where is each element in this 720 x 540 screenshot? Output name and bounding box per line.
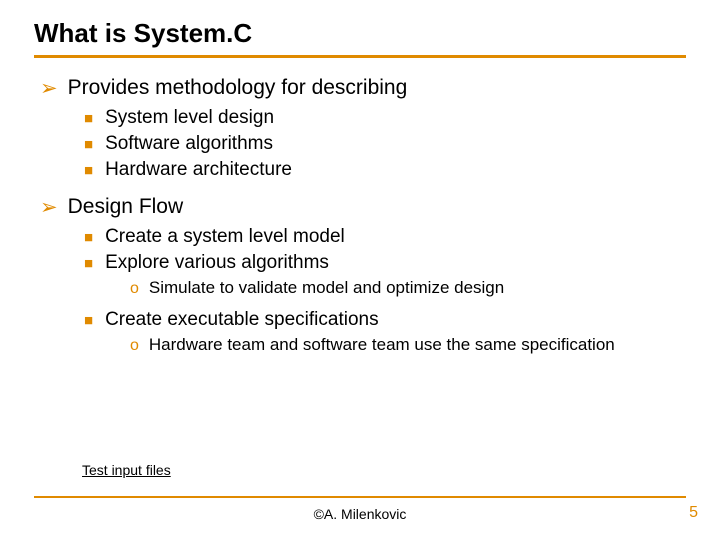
bullet-lvl3: o Hardware team and software team use th… — [130, 335, 686, 357]
chevron-right-icon: ➢ — [40, 195, 58, 220]
slide-title: What is System.C — [34, 18, 686, 49]
bullet-text: Hardware architecture — [105, 159, 292, 181]
page-number: 5 — [689, 504, 698, 522]
bullet-text: Software algorithms — [105, 133, 273, 155]
square-bullet-icon: ■ — [84, 309, 93, 333]
title-divider — [34, 55, 686, 58]
bullet-text: Create executable specifications — [105, 309, 379, 331]
bullet-text: Provides methodology for describing — [68, 76, 408, 100]
bullet-lvl2: ■ Software algorithms — [84, 133, 686, 157]
footer-divider — [34, 496, 686, 498]
footer-author: ©A. Milenkovic — [0, 506, 720, 522]
bullet-lvl2: ■ Hardware architecture — [84, 159, 686, 183]
circle-bullet-icon: o — [130, 278, 139, 300]
footer-link[interactable]: Test input files — [82, 462, 171, 478]
circle-bullet-icon: o — [130, 335, 139, 357]
bullet-lvl2: ■ Explore various algorithms — [84, 252, 686, 276]
bullet-lvl1: ➢ Design Flow — [40, 195, 686, 220]
bullet-text: Simulate to validate model and optimize … — [149, 278, 504, 298]
slide: What is System.C ➢ Provides methodology … — [0, 0, 720, 540]
bullet-lvl3: o Simulate to validate model and optimiz… — [130, 278, 686, 300]
square-bullet-icon: ■ — [84, 252, 93, 276]
bullet-lvl2: ■ Create executable specifications — [84, 309, 686, 333]
square-bullet-icon: ■ — [84, 107, 93, 131]
square-bullet-icon: ■ — [84, 159, 93, 183]
square-bullet-icon: ■ — [84, 133, 93, 157]
bullet-text: System level design — [105, 107, 274, 129]
chevron-right-icon: ➢ — [40, 76, 58, 101]
square-bullet-icon: ■ — [84, 226, 93, 250]
bullet-lvl2: ■ Create a system level model — [84, 226, 686, 250]
bullet-text: Design Flow — [68, 195, 184, 219]
bullet-text: Hardware team and software team use the … — [149, 335, 615, 355]
bullet-text: Explore various algorithms — [105, 252, 329, 274]
bullet-lvl1: ➢ Provides methodology for describing — [40, 76, 686, 101]
bullet-text: Create a system level model — [105, 226, 345, 248]
bullet-lvl2: ■ System level design — [84, 107, 686, 131]
